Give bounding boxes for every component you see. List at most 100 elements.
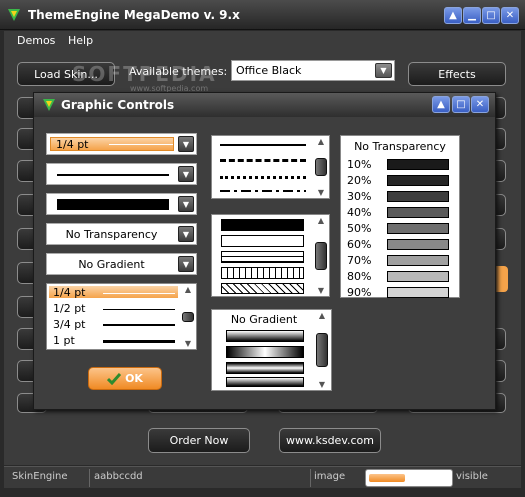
transparency-level-label[interactable]: 90% xyxy=(347,286,371,299)
scroll-down-icon[interactable]: ▼ xyxy=(318,188,324,197)
transparency-swatch xyxy=(387,191,449,202)
scroll-thumb[interactable] xyxy=(182,311,194,322)
website-button[interactable]: www.ksdev.com xyxy=(279,428,381,453)
line-style-combo[interactable]: ▼ xyxy=(46,163,197,185)
title-bar: ThemeEngine MegaDemo v. 9.x ▲ ▁ □ ✕ xyxy=(0,0,525,30)
list-item[interactable]: 3/4 pt xyxy=(53,318,86,331)
transparency-value: No Transparency xyxy=(65,227,158,241)
scroll-thumb[interactable] xyxy=(316,333,328,367)
scrollbar[interactable]: ▲ ▼ xyxy=(314,216,328,295)
ok-button[interactable]: OK xyxy=(88,367,162,390)
scroll-thumb[interactable] xyxy=(315,241,327,270)
gradient-sample xyxy=(226,346,304,358)
window-title: ThemeEngine MegaDemo v. 9.x xyxy=(28,8,240,22)
pattern-sample xyxy=(221,219,304,231)
pattern-sample xyxy=(221,251,304,263)
fill-pattern-list[interactable]: ▲ ▼ xyxy=(211,214,330,297)
maximize-icon: □ xyxy=(456,99,466,110)
line-sample xyxy=(103,309,175,310)
gradient-sample xyxy=(226,362,304,374)
fill-sample xyxy=(57,199,169,210)
close-button[interactable]: ✕ xyxy=(501,7,519,24)
maximize-button[interactable]: □ xyxy=(482,7,500,24)
transparency-list[interactable]: No Transparency 10% 20% 30% 40% 50% 60% 70% 80%… xyxy=(340,135,460,299)
transparency-swatch xyxy=(387,255,449,266)
help-button[interactable]: ▲ xyxy=(444,7,462,24)
scrollbar[interactable]: ▲ ▼ xyxy=(314,137,328,197)
scroll-up-icon[interactable]: ▲ xyxy=(318,216,324,225)
gradient-value: No Gradient xyxy=(78,257,145,271)
maximize-icon: □ xyxy=(486,10,496,21)
menu-demos[interactable]: Demos xyxy=(17,34,55,47)
status-bar: SkinEngine aabbccdd image visible xyxy=(4,466,521,488)
scroll-up-icon[interactable]: ▲ xyxy=(319,311,325,320)
chevron-down-icon[interactable]: ▼ xyxy=(178,226,194,242)
transparency-combo[interactable]: No Transparency ▼ xyxy=(46,223,197,245)
line-sample xyxy=(220,144,306,146)
up-arrow-icon: ▲ xyxy=(449,10,457,21)
transparency-swatch xyxy=(387,159,449,170)
chevron-down-icon[interactable]: ▼ xyxy=(178,166,194,182)
transparency-level-label[interactable]: 80% xyxy=(347,270,371,283)
transparency-level-label[interactable]: 30% xyxy=(347,190,371,203)
transparency-swatch xyxy=(387,207,449,218)
scrollbar[interactable]: ▲ ▼ xyxy=(315,311,329,389)
watermark: SOFTPEDIA xyxy=(72,62,217,86)
order-now-button[interactable]: Order Now xyxy=(148,428,250,453)
transparency-swatch xyxy=(387,271,449,282)
list-item[interactable]: 1/2 pt xyxy=(53,302,86,315)
line-sample xyxy=(57,174,169,176)
scrollbar[interactable]: ▲ ▼ xyxy=(181,285,195,348)
line-sample xyxy=(220,176,306,179)
ok-label: OK xyxy=(125,372,143,385)
list-item[interactable]: 1/4 pt xyxy=(53,286,86,299)
line-width-combo[interactable]: 1/4 pt ▼ xyxy=(46,133,197,155)
transparency-level-label[interactable]: 70% xyxy=(347,254,371,267)
gradient-sample xyxy=(226,330,304,342)
gradient-list[interactable]: No Gradient ▲ ▼ xyxy=(211,309,332,391)
scroll-up-icon[interactable]: ▲ xyxy=(185,285,191,294)
minimize-icon: ▁ xyxy=(468,10,476,21)
line-sample xyxy=(220,159,306,162)
line-sample xyxy=(220,190,306,192)
scroll-up-icon[interactable]: ▲ xyxy=(318,137,324,146)
gradient-combo[interactable]: No Gradient ▼ xyxy=(46,253,197,275)
chevron-down-icon[interactable]: ▼ xyxy=(178,196,194,212)
gradient-header: No Gradient xyxy=(230,313,298,326)
progress-bar xyxy=(365,469,453,487)
line-style-list[interactable]: ▲ ▼ xyxy=(211,135,330,199)
dialog-title-bar: Graphic Controls ▲ □ ✕ xyxy=(34,93,495,117)
effects-button[interactable]: Effects xyxy=(408,62,506,86)
line-sample xyxy=(109,144,173,145)
transparency-level-label[interactable]: 10% xyxy=(347,158,371,171)
app-logo-icon xyxy=(8,9,20,21)
dialog-close-button[interactable]: ✕ xyxy=(471,96,489,113)
chevron-down-icon[interactable]: ▼ xyxy=(375,63,392,78)
transparency-swatch xyxy=(387,175,449,186)
divider xyxy=(89,469,90,487)
transparency-level-label[interactable]: 60% xyxy=(347,238,371,251)
scroll-down-icon[interactable]: ▼ xyxy=(318,286,324,295)
scroll-down-icon[interactable]: ▼ xyxy=(319,380,325,389)
menu-help[interactable]: Help xyxy=(68,34,93,47)
status-image: image xyxy=(314,471,346,482)
fill-style-combo[interactable]: ▼ xyxy=(46,193,197,215)
transparency-level-label[interactable]: 40% xyxy=(347,206,371,219)
transparency-swatch xyxy=(387,223,449,234)
scroll-down-icon[interactable]: ▼ xyxy=(185,339,191,348)
progress-fill xyxy=(369,474,405,482)
scroll-thumb[interactable] xyxy=(315,158,327,176)
chevron-down-icon[interactable]: ▼ xyxy=(178,256,194,272)
dialog-help-button[interactable]: ▲ xyxy=(432,96,450,113)
transparency-level-label[interactable]: 20% xyxy=(347,174,371,187)
transparency-level-label[interactable]: 50% xyxy=(347,222,371,235)
line-width-list[interactable]: 1/4 pt 1/2 pt 3/4 pt 1 pt ▲ ▼ xyxy=(46,283,197,350)
transparency-header: No Transparency xyxy=(354,140,446,153)
close-icon: ✕ xyxy=(475,99,485,110)
close-icon: ✕ xyxy=(505,10,515,21)
chevron-down-icon[interactable]: ▼ xyxy=(178,136,194,152)
minimize-button[interactable]: ▁ xyxy=(463,7,481,24)
themes-combo[interactable]: Office Black ▼ xyxy=(231,60,395,81)
dialog-maximize-button[interactable]: □ xyxy=(452,96,470,113)
list-item[interactable]: 1 pt xyxy=(53,334,75,347)
